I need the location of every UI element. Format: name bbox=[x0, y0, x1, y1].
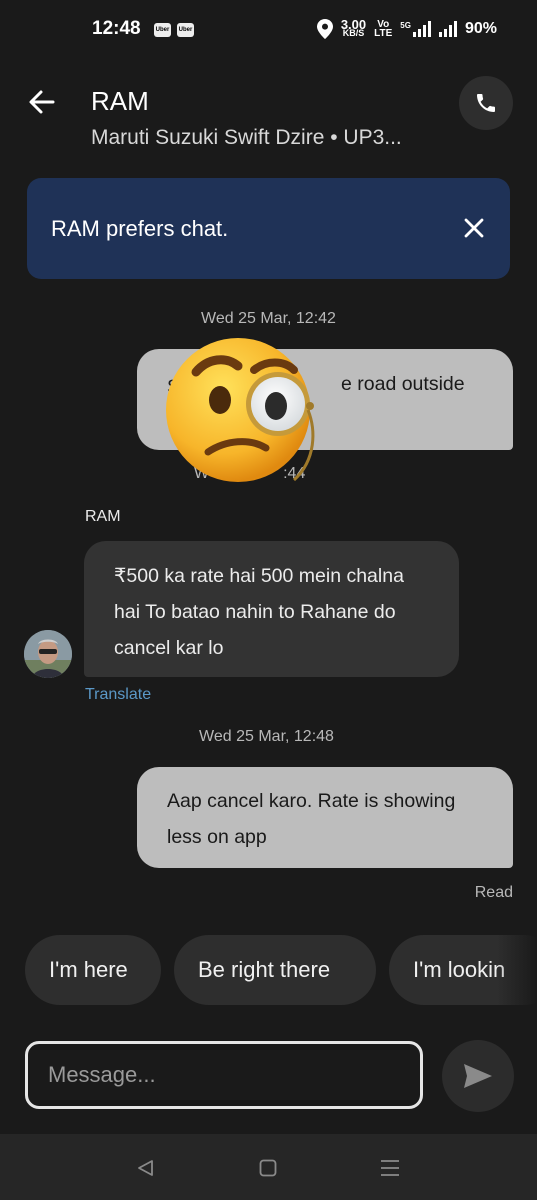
message-text: Aap cancel karo. Rate is showing less on… bbox=[167, 790, 456, 848]
chips-fade bbox=[497, 935, 537, 1005]
translate-link[interactable]: Translate bbox=[85, 686, 151, 704]
uber-notification-icon: Uber bbox=[154, 23, 171, 37]
send-button[interactable] bbox=[442, 1040, 514, 1112]
triangle-back-icon bbox=[138, 1160, 153, 1176]
location-pin-icon bbox=[316, 19, 333, 39]
prefers-chat-banner: RAM prefers chat. bbox=[27, 178, 510, 279]
nav-home-button[interactable] bbox=[254, 1154, 282, 1182]
phone-icon bbox=[477, 94, 495, 112]
driver-name: RAM bbox=[91, 86, 149, 116]
avatar bbox=[24, 630, 72, 678]
nav-recents-button[interactable] bbox=[376, 1154, 404, 1182]
close-icon bbox=[464, 218, 484, 238]
message-timestamp: Wed 25 Mar, 12:42 bbox=[201, 310, 336, 327]
send-icon bbox=[464, 1064, 492, 1088]
quick-reply-chip[interactable]: Be right there bbox=[174, 935, 376, 1005]
banner-close-button[interactable] bbox=[462, 216, 486, 240]
nav-back-button[interactable] bbox=[131, 1154, 159, 1182]
status-indicators: 3.00 KB/S Vo LTE 5G 90% bbox=[316, 17, 497, 39]
volte-indicator: Vo LTE bbox=[374, 19, 393, 39]
uber-notification-icon: Uber bbox=[177, 23, 194, 37]
arrow-left-icon bbox=[29, 90, 55, 114]
square-home-icon bbox=[259, 1159, 277, 1177]
quick-replies: I'm here Be right there I'm lookin bbox=[0, 935, 537, 1005]
signal-5g-icon: 5G bbox=[400, 21, 431, 37]
call-button[interactable] bbox=[459, 76, 513, 130]
message-input[interactable] bbox=[25, 1041, 423, 1109]
face-with-monocle-emoji bbox=[166, 330, 334, 490]
message-timestamp: Wed 25 Mar, 12:48 bbox=[199, 728, 334, 745]
chat-header: RAM Maruti Suzuki Swift Dzire • UP3... bbox=[0, 62, 537, 170]
signal-bars-icon bbox=[438, 21, 457, 37]
system-nav-bar bbox=[0, 1134, 537, 1200]
banner-text: RAM prefers chat. bbox=[51, 216, 229, 241]
sender-name: RAM bbox=[85, 508, 121, 525]
message-text: ₹500 ka rate hai 500 mein chalna hai To … bbox=[114, 565, 404, 659]
back-button[interactable] bbox=[26, 86, 58, 118]
outgoing-message[interactable]: Aap cancel karo. Rate is showing less on… bbox=[137, 767, 513, 868]
read-receipt: Read bbox=[474, 884, 513, 901]
network-speed: 3.00 KB/S bbox=[340, 17, 367, 38]
incoming-message[interactable]: ₹500 ka rate hai 500 mein chalna hai To … bbox=[84, 541, 459, 677]
vehicle-info: Maruti Suzuki Swift Dzire • UP3... bbox=[91, 126, 402, 149]
quick-reply-chip[interactable]: I'm here bbox=[25, 935, 161, 1005]
status-bar: 12:48 Uber Uber 3.00 KB/S Vo LTE 5G 90% bbox=[0, 0, 537, 62]
status-time: 12:48 bbox=[92, 18, 141, 39]
message-text: e road outside bbox=[341, 373, 465, 395]
battery-level: 90% bbox=[464, 20, 497, 37]
menu-lines-icon bbox=[381, 1160, 399, 1176]
